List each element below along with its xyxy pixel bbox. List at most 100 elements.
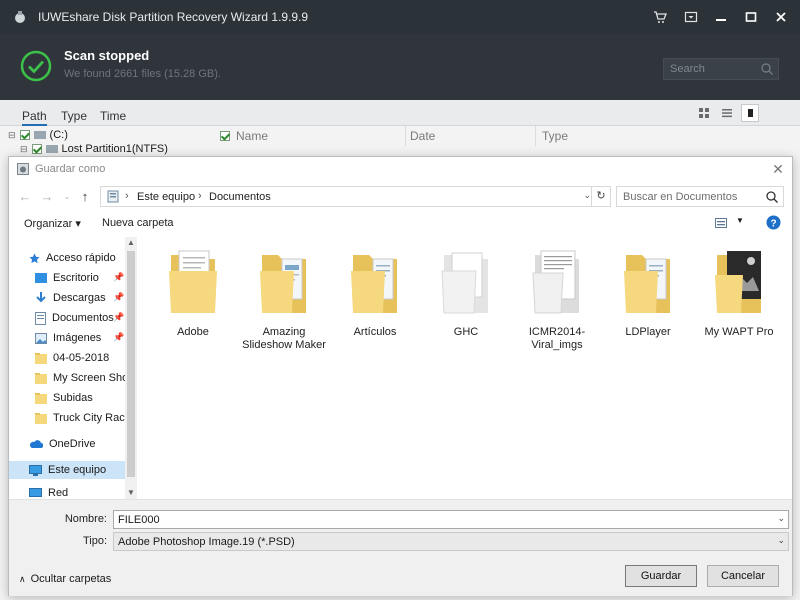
nav-item-folder[interactable]: 04-05-2018 (35, 349, 109, 367)
nav-item-escritorio[interactable]: Escritorio (35, 269, 99, 287)
column-header-date[interactable]: Date (406, 126, 536, 146)
nav-scrollbar[interactable]: ▲ ▼ (125, 237, 137, 499)
file-name: GHC (453, 326, 479, 338)
column-header-type[interactable]: Type (536, 126, 596, 146)
grid-view-icon[interactable] (695, 104, 713, 122)
detail-view-icon[interactable] (741, 104, 759, 122)
hide-folders-toggle[interactable]: ∧ Ocultar carpetas (19, 573, 111, 585)
nav-item-label: Subidas (53, 392, 93, 404)
search-icon[interactable] (760, 62, 774, 76)
search-icon[interactable] (765, 190, 779, 204)
breadcrumb-separator-icon[interactable]: › (125, 190, 129, 202)
nav-item-quick-access[interactable]: Acceso rápido (29, 249, 116, 267)
dialog-search-input[interactable]: Buscar en Documentos (616, 186, 784, 207)
pin-icon[interactable]: 📌 (113, 332, 124, 343)
dialog-toolbar: Organizar ▾ Nueva carpeta ▼ ? (9, 212, 792, 236)
partition-tree: ⊟ (C:) ⊟ Lost Partition1(NTFS) (8, 128, 208, 156)
tab-time[interactable]: Time (100, 109, 126, 123)
folder-icon (532, 250, 579, 314)
drive-icon (33, 131, 46, 139)
chevron-down-icon[interactable]: ⌄ (777, 513, 785, 524)
cloud-icon (30, 440, 43, 448)
nav-item-folder[interactable]: Truck City Racin (35, 409, 133, 427)
nav-item-red[interactable]: Red (29, 487, 68, 499)
scroll-down-icon[interactable]: ▼ (125, 487, 137, 499)
pictures-icon (35, 332, 47, 344)
cancel-button[interactable]: Cancelar (707, 565, 779, 587)
minimize-icon[interactable] (709, 6, 733, 28)
folder-ldplayer[interactable]: LDPlayer (602, 247, 694, 339)
breadcrumb-este-equipo[interactable]: Este equipo (137, 191, 195, 203)
dialog-close-icon[interactable]: ✕ (770, 161, 786, 177)
folder-icon (624, 255, 670, 313)
tree-expand-icon[interactable]: ⊟ (20, 144, 28, 155)
folder-icmr2014-viral-imgs[interactable]: ICMR2014-Viral_imgs (511, 247, 603, 352)
tab-type[interactable]: Type (61, 109, 87, 123)
nav-item-folder[interactable]: My Screen Shots (35, 369, 137, 387)
refresh-icon[interactable]: ↻ (591, 186, 611, 207)
chevron-down-icon[interactable]: ⌄ (777, 535, 785, 546)
view-options-icon[interactable] (715, 218, 727, 228)
address-bar[interactable]: › Este equipo › Documentos ⌄ (100, 186, 598, 207)
help-icon[interactable]: ? (766, 215, 781, 230)
tree-expand-icon[interactable]: ⊟ (8, 130, 16, 141)
app-titlebar: IUWEshare Disk Partition Recovery Wizard… (0, 0, 800, 34)
file-type-select[interactable]: Adobe Photoshop Image.19 (*.PSD) ⌄ (113, 532, 789, 551)
filename-input[interactable]: FILE000 ⌄ (113, 510, 789, 529)
tree-checkbox[interactable] (31, 144, 42, 154)
nav-item-imagenes[interactable]: Imágenes (35, 329, 101, 347)
organize-button[interactable]: Organizar ▾ (24, 217, 81, 230)
folder-articulos[interactable]: Artículos (329, 247, 421, 339)
new-folder-button[interactable]: Nueva carpeta (102, 217, 174, 229)
save-button[interactable]: Guardar (625, 565, 697, 587)
tree-checkbox[interactable] (19, 130, 30, 140)
pin-icon[interactable]: 📌 (113, 292, 124, 303)
desktop-icon (35, 273, 47, 283)
forward-arrow-icon[interactable]: → (39, 188, 55, 206)
dialog-app-icon (17, 163, 29, 175)
folder-amazing-slideshow-maker[interactable]: Amazing Slideshow Maker (238, 247, 330, 352)
scrollbar-thumb[interactable] (127, 251, 135, 477)
close-icon[interactable] (769, 6, 793, 28)
tree-item[interactable]: ⊟ (C:) (8, 128, 208, 142)
up-arrow-icon[interactable]: ↑ (77, 188, 93, 206)
maximize-icon[interactable] (739, 6, 763, 28)
drive-icon (45, 145, 58, 153)
nav-item-folder[interactable]: Subidas (35, 389, 93, 407)
app-title: IUWEshare Disk Partition Recovery Wizard… (38, 10, 309, 24)
tree-item-label: (C:) (49, 129, 68, 141)
back-arrow-icon[interactable]: ← (17, 188, 33, 206)
dialog-titlebar: Guardar como ✕ (9, 157, 792, 181)
breadcrumb-documentos[interactable]: Documentos (209, 191, 271, 203)
pin-icon[interactable]: 📌 (113, 272, 124, 283)
folder-adobe[interactable]: Adobe (147, 247, 239, 339)
address-dropdown-icon[interactable]: ⌄ (583, 190, 591, 201)
breadcrumb-separator-icon[interactable]: › (198, 190, 202, 202)
view-dropdown-icon[interactable]: ▼ (736, 216, 744, 225)
app-logo-icon (15, 11, 25, 23)
nav-item-label: Escritorio (53, 272, 99, 284)
tab-path[interactable]: Path (22, 109, 47, 126)
folder-icon (351, 255, 397, 313)
recent-locations-icon[interactable]: ⌄ (59, 188, 75, 206)
folder-icon (35, 392, 47, 404)
view-tabs: Path Type Time (0, 100, 800, 126)
nav-item-descargas[interactable]: Descargas (35, 289, 106, 307)
download-icon (36, 292, 46, 303)
menu-dropdown-icon[interactable] (679, 6, 703, 28)
list-view-icon[interactable] (718, 104, 736, 122)
folder-ghc[interactable]: GHC (420, 247, 512, 339)
column-header-name[interactable]: Name (214, 126, 406, 146)
computer-location-icon (107, 190, 119, 203)
folder-my-wapt-pro[interactable]: My WAPT Pro (693, 247, 785, 339)
scroll-up-icon[interactable]: ▲ (125, 237, 137, 249)
pin-icon[interactable]: 📌 (113, 312, 124, 323)
tree-item[interactable]: ⊟ Lost Partition1(NTFS) (8, 142, 208, 156)
nav-item-onedrive[interactable]: OneDrive (29, 435, 95, 453)
cart-icon[interactable] (648, 6, 672, 28)
select-all-checkbox[interactable] (220, 131, 230, 141)
app-search-placeholder: Search (670, 63, 705, 75)
nav-item-documentos[interactable]: Documentos (35, 309, 114, 327)
nav-item-este-equipo[interactable]: Este equipo (9, 461, 125, 479)
app-search-input[interactable]: Search (663, 58, 779, 80)
